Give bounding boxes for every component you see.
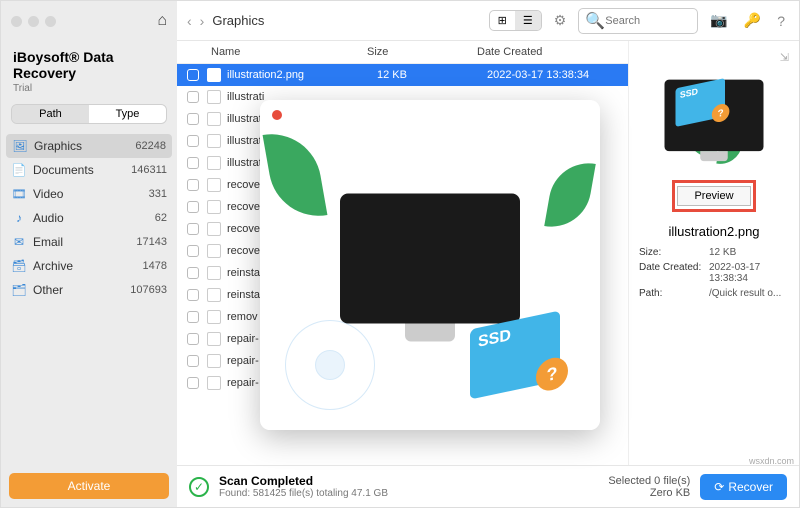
breadcrumb: Graphics — [212, 13, 264, 28]
sidebar-item-audio[interactable]: ♪Audio62 — [1, 206, 177, 230]
category-icon: 🗃 — [11, 259, 27, 273]
recover-icon: ⟳ — [714, 480, 724, 494]
camera-icon[interactable]: 📷 — [706, 12, 731, 29]
file-icon — [207, 68, 221, 82]
file-icon — [207, 222, 221, 236]
watermark: wsxdn.com — [749, 456, 794, 466]
category-icon: ♪ — [11, 211, 27, 225]
row-checkbox[interactable] — [187, 135, 199, 147]
file-icon — [207, 266, 221, 280]
recover-button[interactable]: ⟳ Recover — [700, 474, 787, 500]
sidebar-item-email[interactable]: ✉Email17143 — [1, 230, 177, 254]
row-checkbox[interactable] — [187, 91, 199, 103]
row-checkbox[interactable] — [187, 157, 199, 169]
sidebar-item-other[interactable]: 🗂Other107693 — [1, 278, 177, 302]
nav-back-icon[interactable]: ‹ — [187, 13, 192, 29]
file-icon — [207, 332, 221, 346]
preview-thumbnail: SSD? — [654, 74, 774, 164]
sidebar-item-video[interactable]: 🎞Video331 — [1, 182, 177, 206]
file-icon — [207, 90, 221, 104]
row-checkbox[interactable] — [187, 289, 199, 301]
file-icon — [207, 310, 221, 324]
file-icon — [207, 376, 221, 390]
preview-popup[interactable]: SSD? — [260, 100, 600, 430]
preview-button[interactable]: Preview — [677, 186, 750, 206]
row-checkbox[interactable] — [187, 311, 199, 323]
grid-view-icon[interactable]: ⊞ — [490, 11, 515, 30]
row-checkbox[interactable] — [187, 113, 199, 125]
file-icon — [207, 178, 221, 192]
home-icon[interactable]: ⌂ — [157, 12, 167, 30]
scan-sub: Found: 581425 file(s) totaling 47.1 GB — [219, 488, 388, 499]
category-icon: 🗂 — [11, 283, 27, 297]
preview-expand-icon[interactable]: ⇲ — [780, 51, 789, 64]
category-icon: ✉ — [11, 235, 27, 249]
search-input[interactable] — [605, 15, 695, 27]
file-icon — [207, 288, 221, 302]
tab-path[interactable]: Path — [12, 105, 89, 123]
row-checkbox[interactable] — [187, 201, 199, 213]
check-icon: ✓ — [189, 477, 209, 497]
row-checkbox[interactable] — [187, 223, 199, 235]
nav-forward-icon[interactable]: › — [200, 13, 205, 29]
row-checkbox[interactable] — [187, 267, 199, 279]
preview-button-highlight: Preview — [672, 180, 755, 212]
file-icon — [207, 156, 221, 170]
sidebar-item-documents[interactable]: 📄Documents146311 — [1, 158, 177, 182]
row-checkbox[interactable] — [187, 333, 199, 345]
activate-button[interactable]: Activate — [9, 473, 169, 499]
table-row[interactable]: illustration2.png12 KB2022-03-17 13:38:3… — [177, 64, 628, 86]
file-icon — [207, 244, 221, 258]
search-icon: 🔍 — [585, 11, 605, 31]
row-checkbox[interactable] — [187, 69, 199, 81]
preview-filename: illustration2.png — [668, 224, 759, 239]
category-icon: 🎞 — [11, 187, 27, 201]
col-name[interactable]: Name — [187, 46, 367, 58]
max-dot[interactable] — [45, 16, 56, 27]
file-icon — [207, 134, 221, 148]
filter-icon[interactable]: ⚙ — [550, 12, 571, 29]
sidebar-item-archive[interactable]: 🗃Archive1478 — [1, 254, 177, 278]
file-icon — [207, 200, 221, 214]
close-dot[interactable] — [11, 16, 22, 27]
selected-size: Zero KB — [608, 487, 690, 499]
file-icon — [207, 112, 221, 126]
row-checkbox[interactable] — [187, 179, 199, 191]
list-view-icon[interactable]: ☰ — [515, 11, 541, 30]
col-date[interactable]: Date Created — [477, 46, 618, 58]
help-icon[interactable]: ? — [773, 13, 789, 29]
row-checkbox[interactable] — [187, 377, 199, 389]
sidebar-item-graphics[interactable]: 🖼Graphics62248 — [6, 134, 172, 158]
file-icon — [207, 354, 221, 368]
category-icon: 🖼 — [12, 139, 28, 153]
tab-type[interactable]: Type — [89, 105, 166, 123]
category-icon: 📄 — [11, 163, 27, 177]
trial-label: Trial — [1, 83, 177, 100]
row-checkbox[interactable] — [187, 355, 199, 367]
search-box[interactable]: 🔍 — [578, 8, 698, 34]
min-dot[interactable] — [28, 16, 39, 27]
popup-image: SSD? — [260, 100, 600, 430]
scan-title: Scan Completed — [219, 474, 313, 488]
col-size[interactable]: Size — [367, 46, 477, 58]
selected-count: Selected 0 file(s) — [608, 475, 690, 487]
app-title: iBoysoft® Data Recovery — [13, 49, 165, 81]
key-icon[interactable]: 🔑 — [740, 12, 765, 29]
view-toggle[interactable]: ⊞ ☰ — [489, 10, 542, 31]
row-checkbox[interactable] — [187, 245, 199, 257]
